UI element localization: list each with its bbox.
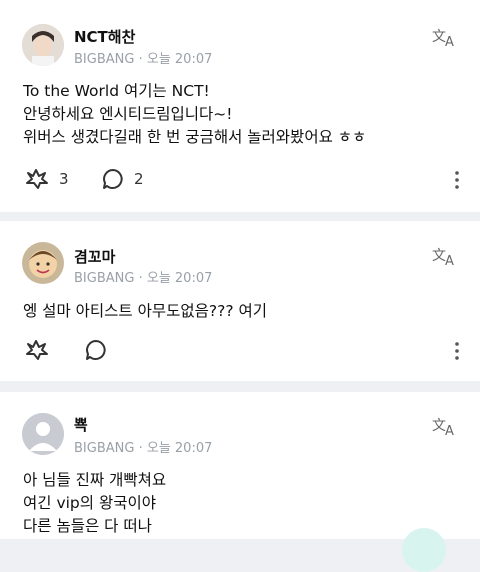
- more-options-icon[interactable]: [452, 170, 462, 190]
- post-body[interactable]: To the World 여기는 NCT! 안녕하세요 엔시티드림입니다~! 위…: [23, 80, 366, 149]
- profile-photo: [22, 242, 64, 284]
- meta-separator: ·: [138, 271, 143, 286]
- svg-text:文: 文: [432, 248, 446, 264]
- group-name: BIGBANG: [74, 52, 135, 67]
- like-count: 3: [59, 170, 69, 188]
- group-name: BIGBANG: [74, 271, 135, 286]
- comment-button[interactable]: [84, 338, 117, 362]
- svg-text:A: A: [445, 35, 454, 48]
- profile-photo: [22, 24, 64, 66]
- svg-text:文: 文: [432, 418, 446, 434]
- post-body[interactable]: 아 님들 진짜 개빡쳐요 여긴 vip의 왕국이야 다른 놈들은 다 떠나: [23, 469, 166, 538]
- post-line: 엥 설마 아티스트 아무도없음??? 여기: [23, 302, 268, 320]
- svg-text:文: 文: [432, 29, 446, 45]
- like-button[interactable]: [24, 338, 59, 362]
- post-card[interactable]: 겸꼬마 BIGBANG · 오늘 20:07 文 A 엥 설마 아티스트 아무도…: [0, 221, 480, 381]
- meta-separator: ·: [138, 52, 143, 67]
- post-line: 다른 놈들은 다 떠나: [23, 517, 152, 535]
- timestamp: 오늘 20:07: [146, 52, 213, 67]
- post-card[interactable]: 뾱 BIGBANG · 오늘 20:07 文 A 아 님들 진짜 개빡쳐요 여긴…: [0, 392, 480, 539]
- comment-button[interactable]: 2: [101, 167, 144, 191]
- more-options-icon[interactable]: [452, 341, 462, 361]
- like-icon: [26, 340, 48, 360]
- svg-text:A: A: [445, 254, 454, 267]
- post-line: To the World 여기는 NCT!: [23, 82, 210, 100]
- post-meta: BIGBANG · 오늘 20:07: [74, 48, 212, 67]
- author-name[interactable]: 뾱: [74, 414, 88, 435]
- like-icon: [26, 169, 48, 189]
- comment-icon: [103, 169, 123, 189]
- write-post-button[interactable]: [402, 528, 446, 572]
- post-meta: BIGBANG · 오늘 20:07: [74, 267, 212, 286]
- post-line: 여긴 vip의 왕국이야: [23, 494, 156, 512]
- comment-count: 2: [134, 170, 144, 188]
- post-line: 위버스 생겼다길래 한 번 궁금해서 놀러와봤어요 ㅎㅎ: [23, 128, 367, 146]
- post-meta: BIGBANG · 오늘 20:07: [74, 437, 212, 456]
- translate-icon[interactable]: 文 A: [432, 245, 458, 269]
- timestamp: 오늘 20:07: [146, 441, 213, 456]
- svg-text:A: A: [445, 424, 454, 437]
- avatar[interactable]: [22, 24, 64, 66]
- author-name[interactable]: 겸꼬마: [74, 246, 115, 267]
- post-card[interactable]: NCT해찬 BIGBANG · 오늘 20:07 文 A To the Worl…: [0, 0, 480, 212]
- comment-icon: [86, 340, 106, 360]
- post-line: 안녕하세요 엔시티드림입니다~!: [23, 105, 233, 123]
- translate-icon[interactable]: 文 A: [432, 415, 458, 439]
- author-name[interactable]: NCT해찬: [74, 26, 135, 47]
- post-body[interactable]: 엥 설마 아티스트 아무도없음??? 여기: [23, 300, 267, 323]
- translate-icon[interactable]: 文 A: [432, 26, 458, 50]
- default-avatar-icon: [22, 413, 64, 455]
- timestamp: 오늘 20:07: [146, 271, 213, 286]
- meta-separator: ·: [138, 441, 143, 456]
- group-name: BIGBANG: [74, 441, 135, 456]
- like-button[interactable]: 3: [24, 167, 69, 191]
- avatar[interactable]: [22, 413, 64, 455]
- avatar[interactable]: [22, 242, 64, 284]
- post-line: 아 님들 진짜 개빡쳐요: [23, 471, 167, 489]
